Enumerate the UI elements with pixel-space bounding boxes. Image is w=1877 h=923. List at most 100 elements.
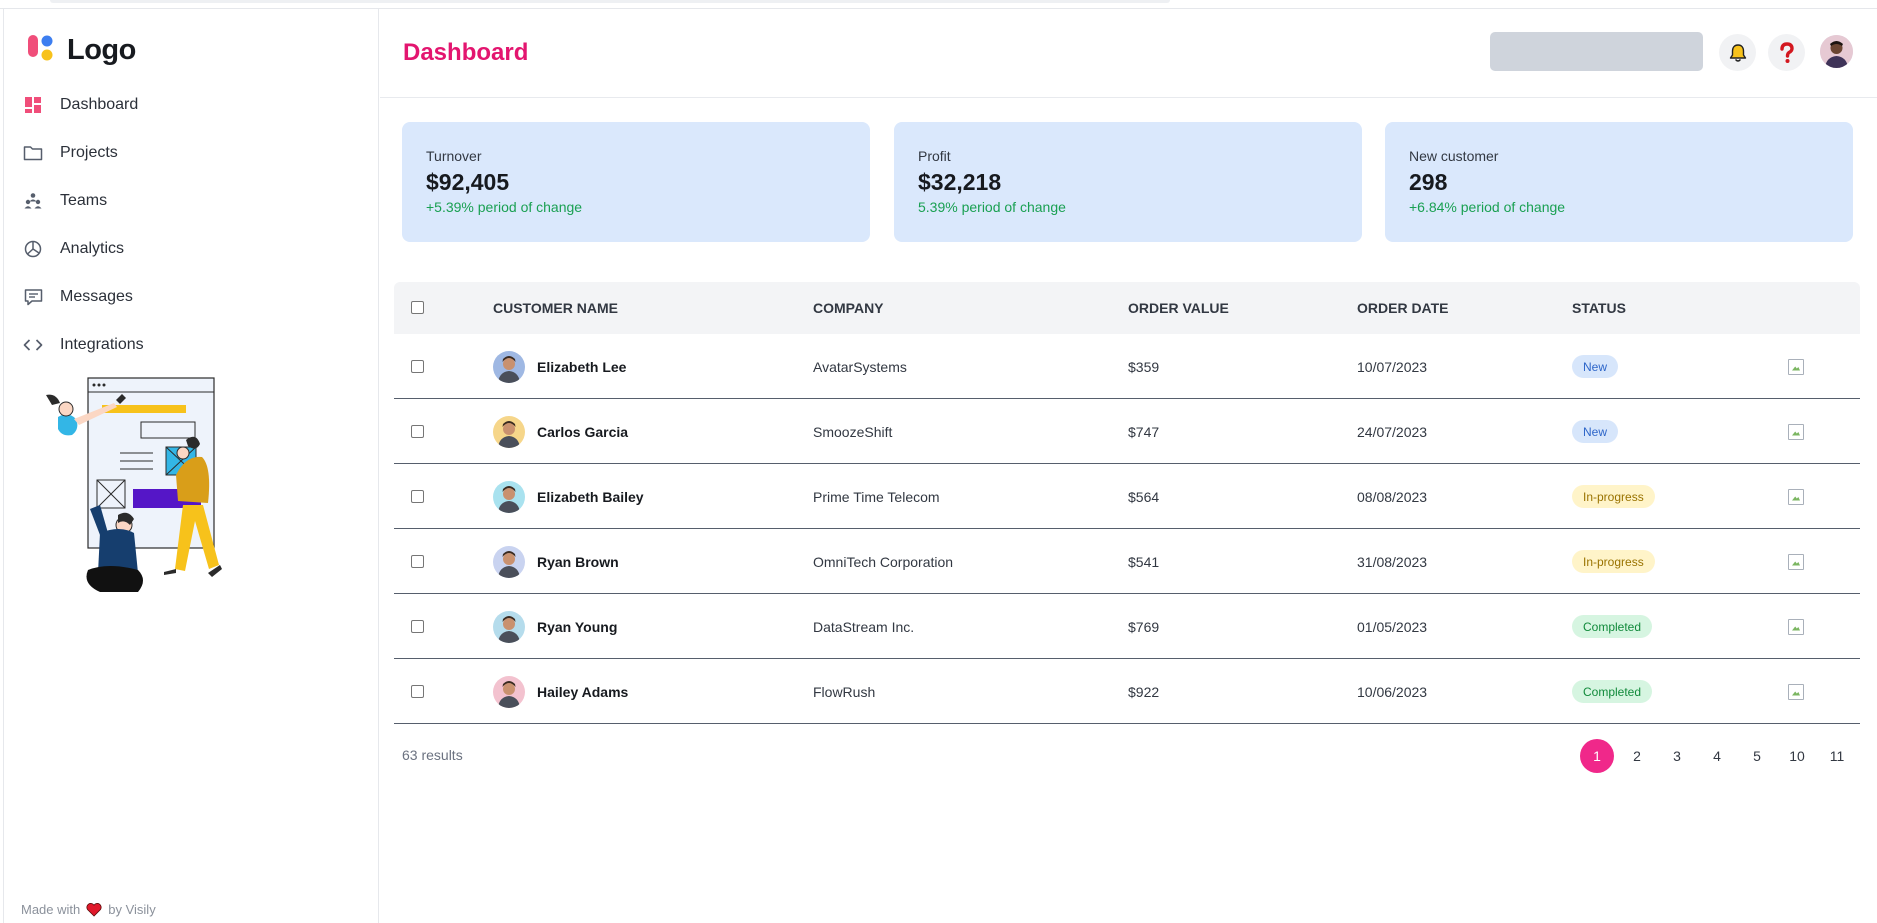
user-avatar[interactable] xyxy=(1820,35,1853,68)
row-checkbox[interactable] xyxy=(411,659,424,724)
teams-icon xyxy=(22,190,44,212)
bell-icon xyxy=(1729,43,1746,62)
table-row[interactable]: Carlos Garcia SmoozeShift $747 24/07/202… xyxy=(394,399,1860,464)
sidebar-nav: Dashboard Projects Teams Analytics Messa… xyxy=(18,81,358,369)
sidebar-item-projects[interactable]: Projects xyxy=(18,129,358,177)
row-checkbox[interactable] xyxy=(411,464,424,529)
row-action-button[interactable] xyxy=(1788,659,1804,724)
broken-image-icon xyxy=(1788,618,1804,635)
avatar xyxy=(493,675,525,708)
order-date-cell: 08/08/2023 xyxy=(1357,488,1428,505)
customer-avatar-icon xyxy=(498,615,520,643)
browser-top-strip xyxy=(0,0,1877,9)
stat-card-new-customer: New customer 298 +6.84% period of change xyxy=(1385,122,1853,242)
order-date-cell: 01/05/2023 xyxy=(1357,618,1428,635)
customer-cell: Elizabeth Lee xyxy=(493,334,626,399)
logo-mark-icon xyxy=(28,35,53,61)
logo-text: Logo xyxy=(67,33,136,66)
help-button[interactable] xyxy=(1768,34,1805,71)
sidebar: Logo Dashboard Projects Teams Analytics … xyxy=(3,9,379,923)
avatar xyxy=(493,480,525,513)
table-row[interactable]: Elizabeth Bailey Prime Time Telecom $564… xyxy=(394,464,1860,529)
orders-table: CUSTOMER NAME COMPANY ORDER VALUE ORDER … xyxy=(394,282,1860,724)
customer-cell: Carlos Garcia xyxy=(493,399,628,464)
page-button-3[interactable]: 3 xyxy=(1660,739,1694,773)
status-cell: In-progress xyxy=(1572,529,1655,594)
row-action-button[interactable] xyxy=(1788,464,1804,529)
page-button-5[interactable]: 5 xyxy=(1740,739,1774,773)
stat-label: Profit xyxy=(918,148,951,164)
row-checkbox[interactable] xyxy=(411,594,424,659)
avatar xyxy=(493,610,525,643)
table-row[interactable]: Hailey Adams FlowRush $922 10/06/2023 Co… xyxy=(394,659,1860,724)
notifications-button[interactable] xyxy=(1719,34,1756,71)
column-header-customer[interactable]: CUSTOMER NAME xyxy=(493,300,618,316)
avatar xyxy=(493,350,525,383)
page-button-2[interactable]: 2 xyxy=(1620,739,1654,773)
folder-icon xyxy=(22,142,44,164)
logo[interactable]: Logo xyxy=(26,30,136,70)
sidebar-item-integrations[interactable]: Integrations xyxy=(18,321,358,369)
select-all-checkbox[interactable] xyxy=(411,301,424,314)
sidebar-item-label: Messages xyxy=(60,288,133,305)
sidebar-item-messages[interactable]: Messages xyxy=(18,273,358,321)
table-row[interactable]: Elizabeth Lee AvatarSystems $359 10/07/2… xyxy=(394,334,1860,399)
stat-label: New customer xyxy=(1409,148,1499,164)
sidebar-item-dashboard[interactable]: Dashboard xyxy=(18,81,358,129)
column-header-order-date[interactable]: ORDER DATE xyxy=(1357,300,1449,316)
sidebar-item-label: Analytics xyxy=(60,240,125,257)
stat-label: Turnover xyxy=(426,148,482,164)
order-value-cell: $359 xyxy=(1128,358,1160,375)
top-header: Dashboard xyxy=(380,9,1877,98)
sidebar-item-label: Projects xyxy=(60,144,118,161)
user-avatar-icon xyxy=(1820,35,1853,68)
order-date-cell: 10/07/2023 xyxy=(1357,358,1428,375)
column-header-status[interactable]: STATUS xyxy=(1572,300,1626,316)
company-cell: SmoozeShift xyxy=(813,423,893,440)
help-icon xyxy=(1779,41,1794,63)
customer-avatar-icon xyxy=(498,355,520,383)
page-button-4[interactable]: 4 xyxy=(1700,739,1734,773)
table-row[interactable]: Ryan Brown OmniTech Corporation $541 31/… xyxy=(394,529,1860,594)
avatar xyxy=(493,545,525,578)
customer-avatar-icon xyxy=(498,550,520,578)
row-checkbox[interactable] xyxy=(411,399,424,464)
page-button-1[interactable]: 1 xyxy=(1580,739,1614,773)
broken-image-icon xyxy=(1788,553,1804,570)
sidebar-item-analytics[interactable]: Analytics xyxy=(18,225,358,273)
row-checkbox[interactable] xyxy=(411,334,424,399)
customer-name: Elizabeth Bailey xyxy=(537,488,644,505)
company-cell: FlowRush xyxy=(813,683,876,700)
page-button-10[interactable]: 10 xyxy=(1780,739,1814,773)
stat-card-profit: Profit $32,218 5.39% period of change xyxy=(894,122,1362,242)
row-checkbox[interactable] xyxy=(411,529,424,594)
order-date-cell: 31/08/2023 xyxy=(1357,553,1428,570)
customer-cell: Hailey Adams xyxy=(493,659,628,724)
stat-change: 5.39% period of change xyxy=(918,199,1066,215)
page-title: Dashboard xyxy=(403,39,529,66)
row-action-button[interactable] xyxy=(1788,594,1804,659)
results-count: 63 results xyxy=(402,747,463,763)
order-value-cell: $769 xyxy=(1128,618,1160,635)
order-date-cell: 10/06/2023 xyxy=(1357,683,1428,700)
order-date-cell: 24/07/2023 xyxy=(1357,423,1428,440)
company-cell: Prime Time Telecom xyxy=(813,488,940,505)
broken-image-icon xyxy=(1788,683,1804,700)
row-action-button[interactable] xyxy=(1788,529,1804,594)
row-action-button[interactable] xyxy=(1788,334,1804,399)
column-header-order-value[interactable]: ORDER VALUE xyxy=(1128,300,1229,316)
table-row[interactable]: Ryan Young DataStream Inc. $769 01/05/20… xyxy=(394,594,1860,659)
page-button-11[interactable]: 11 xyxy=(1820,739,1854,773)
stat-card-turnover: Turnover $92,405 +5.39% period of change xyxy=(402,122,870,242)
column-header-company[interactable]: COMPANY xyxy=(813,300,884,316)
order-value-cell: $564 xyxy=(1128,488,1160,505)
status-badge: In-progress xyxy=(1572,550,1655,573)
company-cell: DataStream Inc. xyxy=(813,618,915,635)
customer-name: Elizabeth Lee xyxy=(537,358,627,375)
sidebar-item-teams[interactable]: Teams xyxy=(18,177,358,225)
search-input[interactable] xyxy=(1490,32,1703,71)
message-icon xyxy=(22,286,44,308)
company-cell: AvatarSystems xyxy=(813,358,907,375)
broken-image-icon xyxy=(1788,423,1804,440)
row-action-button[interactable] xyxy=(1788,399,1804,464)
